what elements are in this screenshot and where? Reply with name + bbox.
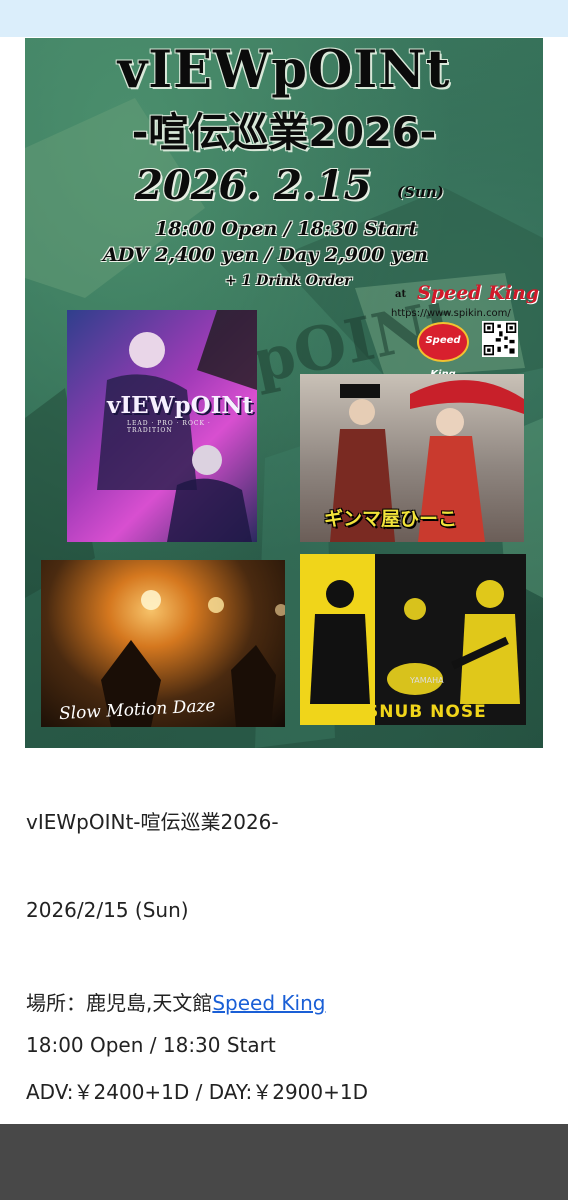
post-time: 18:00 Open / 18:30 Start	[26, 1033, 276, 1057]
bottom-bar	[0, 1124, 568, 1200]
flyer-drink: + 1 Drink Order	[225, 273, 352, 289]
band1-logo-text: vIEWpOINt	[107, 392, 254, 419]
post-date: 2026/2/15 (Sun)	[26, 898, 189, 922]
band-photo-ginmaya: ギンマ屋ひーこ	[300, 374, 524, 542]
band4-prefix: THE	[348, 705, 366, 714]
band-photo-viewpoint: vIEWpOINt LEAD · PRO · ROCK · TRADITION	[67, 310, 257, 542]
event-flyer-image[interactable]: pOINt vIEWpOINt -喧伝巡業2026- 2026. 2.15 (S…	[25, 38, 543, 748]
post-place: 場所：鹿児島,天文館Speed King	[26, 987, 325, 1016]
band-photo-art	[300, 554, 520, 725]
post-title: vIEWpOINt-喧伝巡業2026-	[26, 810, 279, 834]
flyer-price: ADV 2,400 yen / Day 2,900 yen	[103, 244, 428, 266]
flyer-title: vIEWpOINt	[117, 40, 451, 100]
post-price: ADV:￥2400+1D / DAY:￥2900+1D	[26, 1080, 369, 1104]
place-label: 場所：鹿児島,天文館	[26, 991, 213, 1015]
flyer-time: 18:00 Open / 18:30 Start	[155, 218, 418, 240]
band-photo-slow-motion-daze: Slow Motion Daze	[41, 560, 285, 727]
band4-amp-text: YAMAHA	[410, 676, 444, 685]
top-bar	[0, 0, 568, 37]
band2-logo-text: ギンマ屋ひーこ	[324, 508, 458, 530]
venue-link[interactable]: Speed King	[212, 991, 325, 1015]
flyer-date: 2026. 2.15	[135, 162, 372, 209]
flyer-venue-prefix: at	[395, 289, 407, 300]
flyer-day: (Sun)	[397, 183, 444, 201]
flyer-venue: Speed King	[417, 282, 539, 304]
band1-tagline: LEAD · PRO · ROCK · TRADITION	[127, 420, 211, 434]
band4-logo-text: SNUB NOSE	[366, 702, 487, 722]
flyer-url: https://www.spikin.com/	[391, 308, 511, 319]
flyer-subtitle: -喧伝巡業2026-	[131, 110, 437, 156]
band-photo-snub-nose: YAMAHA THE SNUB NOSE	[300, 554, 526, 725]
qr-code-icon	[482, 321, 518, 357]
speed-king-logo: Speed King	[417, 322, 469, 380]
